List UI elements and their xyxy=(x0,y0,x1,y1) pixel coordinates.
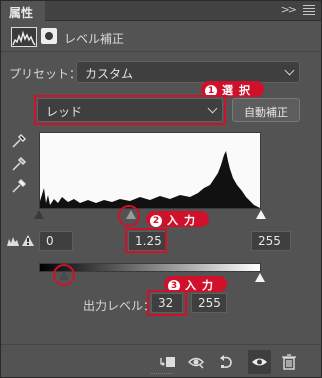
resize-grip[interactable] xyxy=(151,373,173,376)
annotation-step1-highlight xyxy=(34,95,226,125)
levels-adjustment-icon[interactable] xyxy=(11,27,37,47)
auto-button[interactable]: 自動補正 xyxy=(232,98,300,122)
preset-value: カスタム xyxy=(85,67,134,81)
collapse-panel-button[interactable]: >> xyxy=(281,3,298,16)
annotation-step3-circle xyxy=(53,264,75,286)
input-white-field[interactable]: 255 xyxy=(251,231,291,251)
layer-mask-icon[interactable] xyxy=(41,28,57,44)
view-previous-icon[interactable] xyxy=(187,354,205,370)
clipping-warning-icon[interactable] xyxy=(6,233,36,247)
black-point-eyedropper-icon[interactable] xyxy=(10,132,28,150)
input-black-handle[interactable] xyxy=(34,210,44,219)
adjustment-title: レベル補正 xyxy=(64,32,125,46)
output-white-field[interactable]: 255 xyxy=(191,293,227,313)
panel-titlebar: 属性 >> xyxy=(1,1,321,21)
histogram xyxy=(39,132,261,209)
gray-point-eyedropper-icon[interactable] xyxy=(10,155,28,173)
annotation-step2-highlight xyxy=(125,228,167,253)
chevron-down-icon xyxy=(284,65,295,76)
tab-properties[interactable]: 属性 xyxy=(1,1,45,21)
annotation-step2-circle xyxy=(118,205,140,227)
trash-icon[interactable] xyxy=(280,354,298,370)
panel-menu-icon[interactable] xyxy=(303,5,315,17)
output-white-handle[interactable] xyxy=(255,273,265,282)
visibility-toggle[interactable] xyxy=(248,350,271,374)
annotation-step3-highlight xyxy=(147,290,187,316)
visibility-eye-icon xyxy=(252,358,267,366)
input-black-field[interactable]: 0 xyxy=(39,231,73,251)
output-levels-label: 出力レベル： xyxy=(83,299,156,313)
preset-label: プリセット： xyxy=(9,67,82,81)
reset-icon[interactable] xyxy=(217,354,235,370)
preset-dropdown[interactable]: カスタム xyxy=(76,61,300,83)
clip-to-layer-icon[interactable] xyxy=(159,354,177,370)
annotation-step2-badge: 2 入力 xyxy=(146,211,209,227)
input-white-handle[interactable] xyxy=(256,210,266,219)
white-point-eyedropper-icon[interactable] xyxy=(10,177,28,195)
properties-panel: 属性 >> レベル補正 プリセット： カスタム 1 選択 レッド 自動補正 2 … xyxy=(0,0,322,378)
adjustment-header: レベル補正 xyxy=(1,22,321,52)
